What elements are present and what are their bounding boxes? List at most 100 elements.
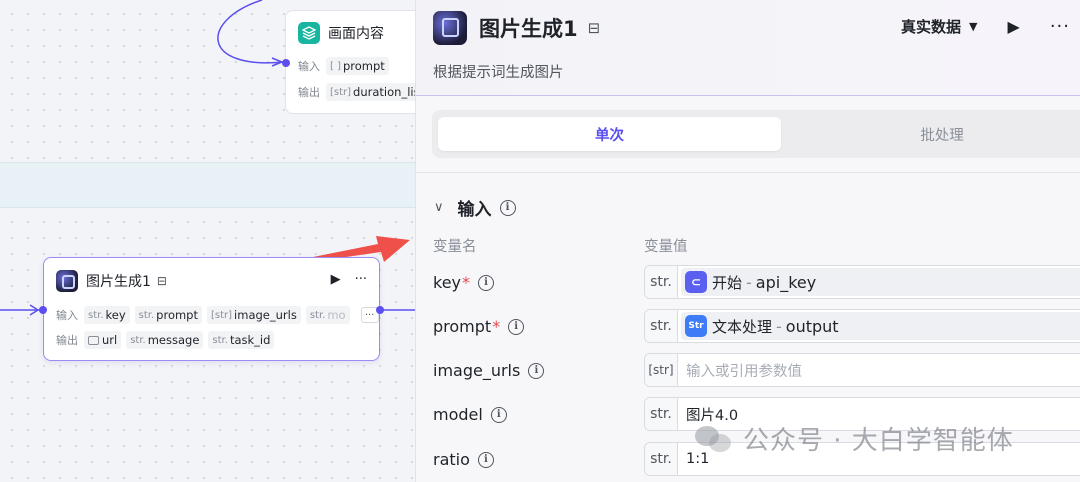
watermark: 公众号 · 大白学智能体 [695, 420, 1014, 457]
run-node-icon[interactable]: ▶ [331, 272, 341, 287]
var-row-image-urls: image_urls i [str] 输入或引用参数值 [416, 351, 1080, 391]
info-icon[interactable]: i [499, 199, 516, 216]
plugin-badge-icon: ⊟ [587, 19, 601, 37]
node-actions: ▶ ··· [331, 272, 367, 287]
chip-name: prompt [342, 59, 385, 73]
image-gen-app-icon [56, 270, 78, 292]
wechat-icon [695, 424, 733, 454]
chip-type: str. [212, 334, 228, 346]
var-value-field[interactable]: str. Str 文本处理 - output [644, 309, 1080, 343]
run-mode-tabs: 单次 批处理 [432, 110, 1080, 158]
var-row-key: key * i str. ⊂ 开始 - api_key [416, 263, 1080, 303]
var-name-text: model [433, 405, 483, 424]
panel-header: 图片生成1 ⊟ 真实数据 ▼ ▶ ··· 根据提示词生成图片 [416, 0, 1080, 96]
data-mode-label: 真实数据 [901, 18, 962, 36]
var-name: key * i [433, 273, 495, 292]
ref-source: 文本处理 [712, 317, 773, 336]
more-options-icon[interactable]: ··· [355, 272, 367, 287]
node-input-port[interactable] [282, 59, 290, 67]
chip-type: str. [88, 309, 104, 321]
caret-down-icon: ▼ [969, 20, 978, 33]
var-name-text: image_urls [433, 361, 521, 380]
watermark-text: 公众号 · 大白学智能体 [743, 426, 1014, 456]
chip-name: key [105, 308, 126, 322]
panel-description: 根据提示词生成图片 [433, 65, 564, 81]
panel-title-row: 图片生成1 ⊟ [433, 11, 600, 45]
panel-title: 图片生成1 [479, 17, 578, 41]
output-chip-message: str. message [126, 331, 204, 349]
divider [416, 172, 1080, 173]
data-mode-dropdown[interactable]: 真实数据 ▼ [901, 16, 977, 37]
var-value-field[interactable]: [str] 输入或引用参数值 [644, 353, 1080, 387]
ref-separator: - [776, 316, 782, 336]
chip-name: image_urls [234, 308, 297, 322]
output-chip-duration-list: [str] duration_list [326, 83, 415, 101]
chip-type: [str] [330, 86, 352, 98]
var-name: ratio i [433, 450, 494, 469]
chip-type: [ ] [330, 60, 341, 72]
info-icon[interactable]: i [478, 274, 495, 291]
node-header: 图片生成1 ⊟ ▶ ··· [44, 258, 379, 304]
chip-name: task_id [229, 333, 271, 347]
var-name-text: ratio [433, 450, 470, 469]
tab-single[interactable]: 单次 [438, 117, 781, 151]
chip-type: [str] [211, 309, 233, 321]
ref-separator: - [746, 272, 752, 292]
reference-chip[interactable]: Str 文本处理 - output [681, 312, 1080, 340]
plugin-badge-icon: ⊟ [156, 274, 167, 288]
node-scene-content[interactable]: 画面内容 输入 [ ] prompt 输出 [str] duration_lis… [282, 10, 415, 114]
image-gen-app-icon [433, 11, 467, 45]
input-label: 输入 [298, 60, 320, 73]
workflow-canvas[interactable]: 画面内容 输入 [ ] prompt 输出 [str] duration_lis… [0, 0, 415, 482]
input-chip-prompt: [ ] prompt [326, 57, 389, 75]
var-value-field[interactable]: str. ⊂ 开始 - api_key [644, 265, 1080, 299]
chip-name: message [147, 333, 200, 347]
node-header: 画面内容 [286, 11, 415, 55]
tab-batch[interactable]: 批处理 [792, 117, 1080, 151]
reference-chip[interactable]: ⊂ 开始 - api_key [681, 268, 1080, 296]
var-name: prompt * i [433, 317, 525, 336]
node-title: 图片生成1 [86, 274, 151, 290]
var-row-prompt: prompt * i str. Str 文本处理 - output [416, 307, 1080, 347]
node-detail-panel: 图片生成1 ⊟ 真实数据 ▼ ▶ ··· 根据提示词生成图片 单次 批处理 ∨ … [415, 0, 1080, 482]
chip-type: str. [130, 334, 146, 346]
node-output-port[interactable] [376, 306, 384, 314]
chip-name: url [102, 333, 118, 347]
var-name-text: prompt [433, 317, 492, 336]
panel-header-actions: 真实数据 ▼ ▶ ··· [901, 16, 1080, 37]
chip-type: str. [309, 309, 326, 321]
type-tag: str. [645, 310, 678, 342]
type-tag: str. [645, 266, 678, 298]
node-output-row: 输出 url str. message str. task_id [44, 329, 379, 351]
type-tag: str. [645, 443, 678, 475]
input-chip-image-urls: [str] image_urls [207, 306, 301, 324]
image-type-icon [88, 335, 99, 345]
input-chip-key: str. key [84, 306, 130, 324]
column-header-name: 变量名 [433, 239, 477, 255]
input-section-header[interactable]: ∨ 输入 i [434, 195, 516, 220]
type-tag: [str] [645, 354, 678, 386]
output-chip-url: url [84, 331, 122, 349]
value-placeholder: 输入或引用参数值 [686, 363, 802, 380]
text-process-icon: Str [685, 315, 707, 337]
required-mark: * [462, 273, 471, 292]
more-options-icon[interactable]: ··· [1050, 16, 1070, 37]
node-input-row: 输入 [ ] prompt [286, 55, 415, 77]
node-input-port[interactable] [39, 306, 47, 314]
info-icon[interactable]: i [477, 451, 494, 468]
output-label: 输出 [298, 86, 320, 99]
run-icon[interactable]: ▶ [1008, 17, 1020, 36]
chip-name: mo [327, 308, 346, 322]
input-label: 输入 [56, 309, 78, 322]
chip-name: prompt [156, 308, 198, 322]
info-icon[interactable]: i [528, 362, 545, 379]
info-icon[interactable]: i [490, 406, 507, 423]
node-image-generation[interactable]: 图片生成1 ⊟ ▶ ··· 输入 str. key str. prompt [str… [39, 257, 384, 361]
start-icon: ⊂ [685, 271, 707, 293]
node-title: 画面内容 [328, 26, 384, 42]
ref-field: output [785, 316, 839, 336]
input-chip-prompt: str. prompt [134, 306, 202, 324]
ref-field: api_key [755, 272, 817, 292]
info-icon[interactable]: i [508, 318, 525, 335]
chip-name: duration_list [353, 85, 415, 99]
